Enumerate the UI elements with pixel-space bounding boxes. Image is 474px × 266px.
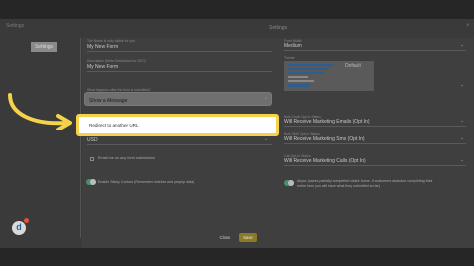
async-toggle[interactable]: [284, 180, 294, 186]
dialog-title: Settings: [269, 25, 288, 31]
save-button[interactable]: Save: [239, 233, 257, 242]
sticky-contact-toggle[interactable]: [86, 179, 96, 185]
form-width-select[interactable]: Medium: [284, 43, 466, 51]
chevron-down-icon[interactable]: ⌄: [264, 136, 268, 142]
chevron-down-icon[interactable]: ⌄: [460, 157, 464, 163]
description-input[interactable]: My New Form: [87, 64, 272, 72]
theme-label: Theme: [284, 56, 295, 60]
top-bar: [0, 0, 474, 19]
email-notify-checkbox[interactable]: [90, 157, 94, 161]
dropdown-option-label: Redirect to another URL: [89, 123, 139, 128]
description-label: Description (Meta Description for SEO): [87, 59, 146, 63]
theme-bar: [288, 84, 310, 87]
chevron-down-icon[interactable]: ⌄: [460, 42, 464, 48]
email-notify-label: Email me on any form submission: [98, 156, 155, 160]
theme-bar: [288, 68, 328, 70]
chevron-down-icon[interactable]: ⌄: [460, 118, 464, 124]
default-label: Default: [345, 63, 361, 69]
chevron-down-icon[interactable]: ⌄: [460, 82, 464, 88]
sidebar-item-settings[interactable]: Settings: [31, 42, 57, 52]
form-name-label: The Name is only visible for you: [87, 39, 136, 43]
theme-bar: [288, 80, 314, 82]
chevron-down-icon[interactable]: ⌄: [460, 135, 464, 141]
after-submit-select[interactable]: Show a Message: [84, 92, 272, 106]
currency-select[interactable]: USD: [87, 137, 272, 145]
bottom-bar: [0, 248, 474, 266]
email-optin-select[interactable]: Will Receive Marketing Emails (Opt In): [284, 119, 466, 127]
after-submit-value: Show a Message: [89, 98, 128, 104]
sms-optin-select[interactable]: Will Receive Marketing Sms (Opt In): [284, 136, 466, 144]
theme-bar: [288, 76, 308, 78]
arrow-pointer-icon: [8, 93, 72, 130]
notification-badge: [24, 218, 29, 223]
theme-bar: [288, 72, 324, 74]
window-title: Settings: [6, 23, 25, 29]
avatar-icon[interactable]: d: [12, 221, 26, 235]
dropdown-option-redirect[interactable]: Redirect to another URL: [76, 114, 279, 136]
close-button[interactable]: Close: [217, 233, 233, 242]
async-text-line-2: entire form you will have what they subm…: [297, 184, 380, 188]
sidebar-divider: [80, 38, 81, 238]
form-name-input[interactable]: My New Form: [87, 44, 272, 52]
chevron-down-icon[interactable]: ⌄: [264, 95, 268, 101]
calls-optin-select[interactable]: Will Receive Marketing Calls (Opt In): [284, 158, 466, 166]
close-icon[interactable]: ×: [466, 23, 470, 29]
theme-bar: [288, 64, 334, 66]
sticky-contact-label: Enable Sticky Contact (Remember sidebar …: [98, 180, 195, 184]
async-text-line-1: Async (saves partially completed visitor…: [297, 179, 433, 183]
